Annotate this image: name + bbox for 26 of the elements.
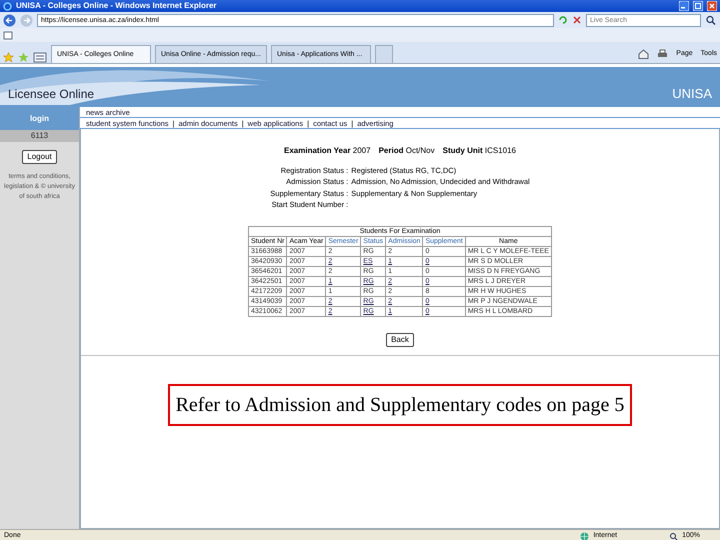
back-button[interactable]: Back [386,333,414,347]
login-header: login [0,107,79,130]
ie-logo-icon [3,2,12,10]
maximize-icon[interactable] [693,1,703,11]
window-title: UNISA - Colleges Online - Windows Internet Explorer [16,0,217,12]
search-icon[interactable] [705,15,717,25]
logout-button[interactable]: Logout [22,150,57,164]
stop-icon[interactable] [572,15,582,25]
minimize-icon[interactable] [679,1,689,11]
home-icon[interactable] [638,48,650,59]
query-field: Period Oct/Nov [378,145,435,157]
back-arrow-icon[interactable] [3,14,16,26]
query-field: Study Unit ICS1016 [442,145,516,157]
site-title: Licensee Online [8,86,94,103]
printer-icon[interactable] [657,48,668,59]
user-number: 6113 [0,130,79,142]
caption-note: Refer to Admission and Supplementary codes on page 5 [168,384,632,426]
close-icon[interactable] [707,1,717,11]
refresh-icon[interactable] [558,15,568,25]
query-field: Examination Year 2007 [284,145,371,157]
tab-list-icon[interactable] [33,52,47,63]
zoom-icon[interactable] [669,532,678,540]
links-icon[interactable] [3,30,13,40]
university-logo: UNISA [672,84,712,102]
favorites-star-icon[interactable] [3,52,14,63]
globe-icon [580,532,590,540]
